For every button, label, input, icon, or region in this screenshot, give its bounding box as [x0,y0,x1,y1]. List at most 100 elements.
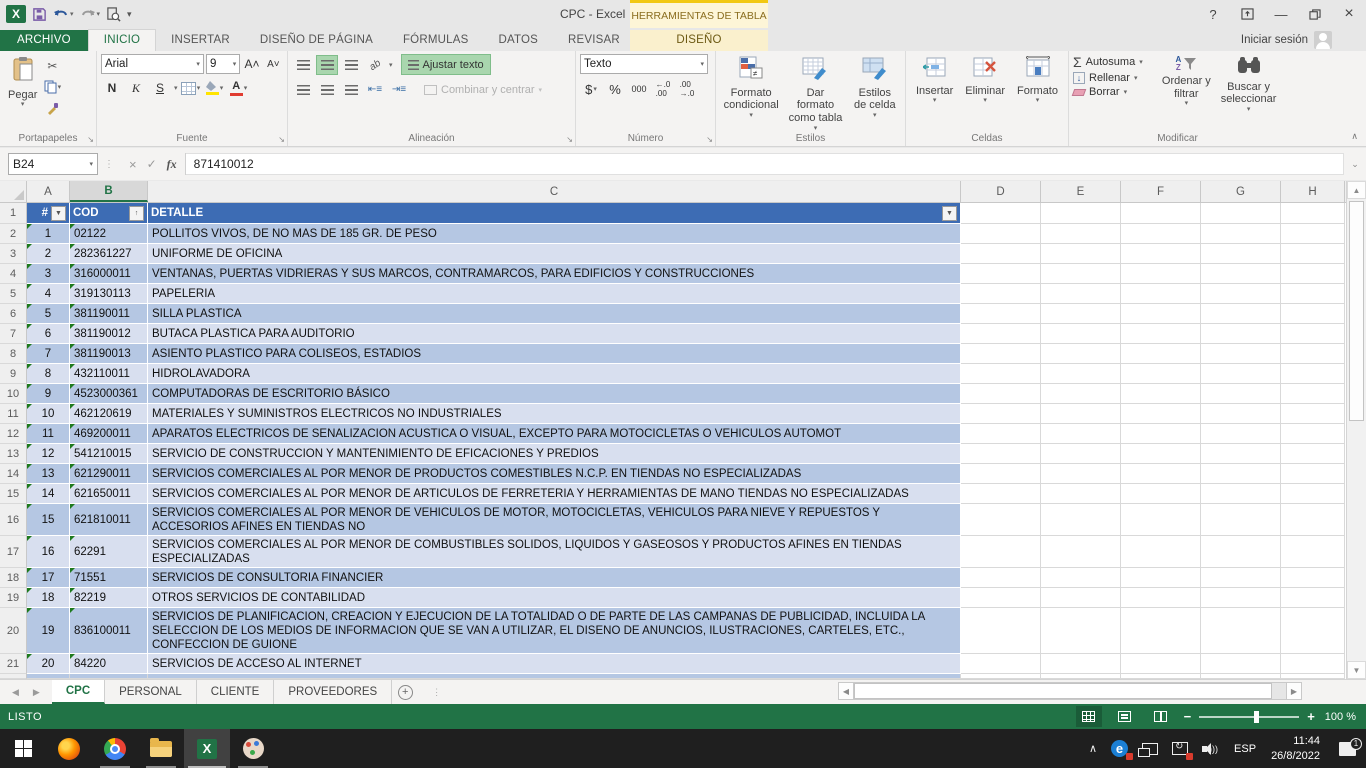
cell-cod[interactable]: 381190013 [70,344,148,364]
cell-E[interactable] [1041,404,1121,424]
cell-G[interactable] [1201,424,1281,444]
confirm-entry-button[interactable]: ✓ [147,157,157,171]
cell-styles-button[interactable]: Estilos de celda▾ [849,54,901,126]
cell-D[interactable] [961,588,1041,608]
cell-num[interactable]: 14 [27,484,70,504]
tab-f-rmulas[interactable]: FÓRMULAS [388,30,484,51]
cell-G[interactable] [1201,203,1281,224]
cell-detalle[interactable]: POLLITOS VIVOS, DE NO MAS DE 185 GR. DE … [148,224,961,244]
wrap-text-button[interactable]: Ajustar texto [401,54,491,75]
row-header-9[interactable]: 9 [0,364,27,384]
bottom-align-button[interactable] [340,55,362,75]
cell-D[interactable] [961,608,1041,654]
delete-cells-button[interactable]: Eliminar▾ [961,54,1009,126]
print-preview-button[interactable] [106,7,121,22]
scroll-down-arrow[interactable]: ▼ [1347,661,1366,679]
sheet-nav-next[interactable]: ▶ [33,687,40,698]
cell-detalle[interactable]: SERVICIOS COMERCIALES AL POR MENOR DE CO… [148,536,961,568]
taskbar-paint[interactable] [230,729,276,768]
cell-cod[interactable]: 432110011 [70,364,148,384]
row-header-13[interactable]: 13 [0,444,27,464]
cell-cod[interactable]: 319130113 [70,284,148,304]
sort-filter-cod[interactable]: ↑ [129,206,144,221]
row-header-20[interactable]: 20 [0,608,27,654]
cell-G[interactable] [1201,568,1281,588]
row-header-2[interactable]: 2 [0,224,27,244]
cell-H[interactable] [1281,424,1345,444]
cell-D[interactable] [961,536,1041,568]
cell-E[interactable] [1041,384,1121,404]
sort-filter-button[interactable]: AZ Ordenar y filtrar▾ [1158,54,1216,126]
increase-decimal-button[interactable]: ←.0.00 [652,79,674,99]
cell-detalle[interactable]: SERVICIOS COMERCIALES AL POR MENOR DE VE… [148,504,961,536]
zoom-in-button[interactable]: + [1307,709,1315,724]
cell-E[interactable] [1041,304,1121,324]
cell-num[interactable]: 4 [27,284,70,304]
cell-num[interactable]: 8 [27,364,70,384]
cell-E[interactable] [1041,264,1121,284]
number-dialog-launcher[interactable]: ↘ [706,135,713,144]
cell-detalle[interactable]: OTROS SERVICIOS DE CONTABILIDAD [148,588,961,608]
find-select-button[interactable]: Buscar y seleccionar▾ [1215,54,1282,126]
tab-dise-o-de-p-gina[interactable]: DISEÑO DE PÁGINA [245,30,388,51]
font-size-select[interactable]: 9▾ [206,54,240,74]
cell-F[interactable] [1121,608,1201,654]
cell-G[interactable] [1201,484,1281,504]
cell-cod[interactable]: 84220 [70,654,148,674]
column-header-E[interactable]: E [1041,181,1121,202]
cell-detalle[interactable]: SERVICIOS COMERCIALES AL POR MENOR DE PR… [148,464,961,484]
cell-detalle[interactable]: SERVICIOS DE PLANIFICACION, CREACION Y E… [148,608,961,654]
cell-num[interactable]: 19 [27,608,70,654]
cell-detalle[interactable]: VENTANAS, PUERTAS VIDRIERAS Y SUS MARCOS… [148,264,961,284]
row-header-10[interactable]: 10 [0,384,27,404]
undo-dropdown[interactable]: ▾ [70,10,74,18]
cell-D[interactable] [961,384,1041,404]
table-header-cod[interactable]: COD↑ [70,203,148,224]
tab-insertar[interactable]: INSERTAR [156,30,245,51]
tray-network-icon[interactable] [1135,729,1165,768]
scroll-up-arrow[interactable]: ▲ [1347,181,1366,199]
cell-H[interactable] [1281,203,1345,224]
ribbon-display-options-button[interactable] [1230,0,1264,28]
cell-F[interactable] [1121,384,1201,404]
tab-revisar[interactable]: REVISAR [553,30,635,51]
cell-F[interactable] [1121,504,1201,536]
zoom-slider[interactable] [1199,716,1299,718]
cell-D[interactable] [961,404,1041,424]
cell-num[interactable]: 20 [27,654,70,674]
comma-style-button[interactable]: 000 [628,79,650,99]
cell-H[interactable] [1281,504,1345,536]
cell-D[interactable] [961,424,1041,444]
cell-G[interactable] [1201,608,1281,654]
table-header-num[interactable]: #▼ [27,203,70,224]
top-align-button[interactable] [292,55,314,75]
cell-G[interactable] [1201,364,1281,384]
align-left-button[interactable] [292,80,314,100]
redo-button[interactable]: ▾ [80,7,101,21]
row-header-11[interactable]: 11 [0,404,27,424]
cell-F[interactable] [1121,484,1201,504]
cell-F[interactable] [1121,536,1201,568]
cell-num[interactable]: 6 [27,324,70,344]
shrink-font-button[interactable]: A˅ [264,54,283,74]
cell-G[interactable] [1201,384,1281,404]
tray-update-icon[interactable] [1165,729,1195,768]
sheet-tab-proveedores[interactable]: PROVEEDORES [274,680,392,704]
cell-F[interactable] [1121,304,1201,324]
cell-H[interactable] [1281,404,1345,424]
sheet-tab-personal[interactable]: PERSONAL [105,680,197,704]
cell-D[interactable] [961,224,1041,244]
save-button[interactable] [32,7,47,22]
cell-cod[interactable]: 71551 [70,568,148,588]
percent-button[interactable]: % [604,79,626,99]
cell-D[interactable] [961,484,1041,504]
cell-cod[interactable]: 82219 [70,588,148,608]
cell-F[interactable] [1121,464,1201,484]
currency-button[interactable]: $▾ [580,79,602,99]
cell-num[interactable]: 15 [27,504,70,536]
cell-detalle[interactable]: APARATOS ELECTRICOS DE SENALIZACION ACUS… [148,424,961,444]
cell-H[interactable] [1281,484,1345,504]
cell-G[interactable] [1201,224,1281,244]
cell-D[interactable] [961,324,1041,344]
zoom-out-button[interactable]: − [1184,709,1192,724]
